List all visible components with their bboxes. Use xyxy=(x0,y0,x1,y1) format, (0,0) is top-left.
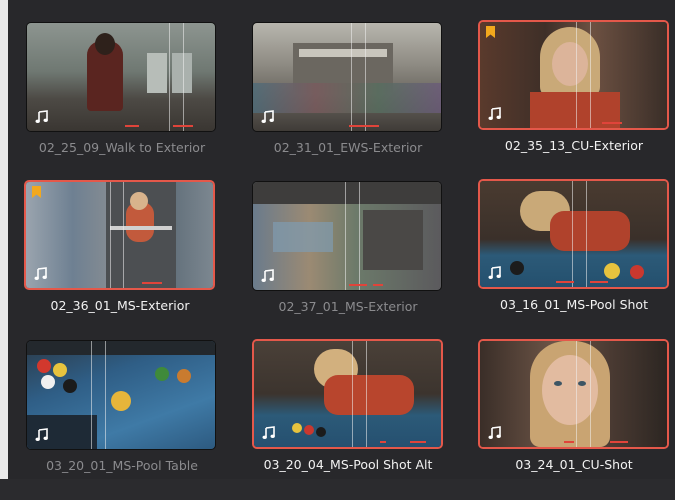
clip-tile[interactable]: 02_37_01_MS-Exterior xyxy=(252,181,452,341)
music-note-icon xyxy=(261,269,274,282)
usage-strip xyxy=(142,282,162,284)
thumbnail-image xyxy=(27,23,215,131)
usage-strip xyxy=(590,281,608,283)
frame-marker-line xyxy=(586,181,587,287)
clip-thumbnail[interactable] xyxy=(252,339,443,449)
frame-marker-line xyxy=(169,23,170,131)
window-edge xyxy=(0,0,8,479)
thumbnail-image xyxy=(27,341,215,449)
usage-strip xyxy=(564,441,574,443)
clip-tile[interactable]: 03_24_01_CU-Shot xyxy=(478,339,675,499)
clip-thumbnail[interactable] xyxy=(252,181,442,291)
frame-marker-line xyxy=(183,23,184,131)
thumbnail-image xyxy=(253,23,441,131)
music-note-icon xyxy=(34,267,47,280)
frame-marker-line xyxy=(572,181,573,287)
clip-thumbnail[interactable] xyxy=(478,339,669,449)
frame-marker-line xyxy=(590,22,591,128)
bookmark-flag-icon xyxy=(486,26,495,38)
music-note-icon xyxy=(488,426,501,439)
bookmark-flag-icon xyxy=(32,186,41,198)
music-note-icon xyxy=(35,110,48,123)
thumbnail-image xyxy=(254,341,441,447)
thumbnail-image xyxy=(480,341,667,447)
clip-tile[interactable]: 02_31_01_EWS-Exterior xyxy=(252,22,452,182)
frame-marker-line xyxy=(590,341,591,447)
clip-thumbnail[interactable] xyxy=(252,22,442,132)
usage-strip xyxy=(556,281,574,283)
frame-marker-line xyxy=(365,23,366,131)
frame-marker-line xyxy=(110,182,111,288)
music-note-icon xyxy=(262,426,275,439)
usage-strip xyxy=(410,441,426,443)
usage-strip xyxy=(125,125,139,127)
music-note-icon xyxy=(488,107,501,120)
clip-tile[interactable]: 03_16_01_MS-Pool Shot xyxy=(478,179,675,339)
clip-name-label: 03_24_01_CU-Shot xyxy=(515,457,633,472)
frame-marker-line xyxy=(366,341,367,447)
usage-strip xyxy=(173,125,193,127)
clip-name-label: 02_36_01_MS-Exterior xyxy=(50,298,190,313)
usage-strip xyxy=(380,441,386,443)
clip-name-label: 02_35_13_CU-Exterior xyxy=(504,138,644,153)
music-note-icon xyxy=(488,266,501,279)
clip-name-label: 03_20_01_MS-Pool Table xyxy=(46,458,198,473)
usage-strip xyxy=(602,122,622,124)
thumbnail-image xyxy=(253,182,441,290)
music-note-icon xyxy=(35,428,48,441)
frame-marker-line xyxy=(91,341,92,449)
frame-marker-line xyxy=(123,182,124,288)
usage-strip xyxy=(349,284,367,286)
clip-tile[interactable]: 02_25_09_Walk to Exterior xyxy=(26,22,226,182)
clip-tile[interactable]: 02_36_01_MS-Exterior xyxy=(24,180,224,340)
usage-strip xyxy=(373,284,383,286)
frame-marker-line xyxy=(576,341,577,447)
clip-tile[interactable]: 03_20_04_MS-Pool Shot Alt xyxy=(252,339,452,499)
media-pool-thumbnail-grid: 02_25_09_Walk to Exterior 02_31_01_EWS-E… xyxy=(8,0,675,479)
clip-thumbnail[interactable] xyxy=(26,340,216,450)
thumbnail-image xyxy=(480,22,667,128)
clip-thumbnail[interactable] xyxy=(26,22,216,132)
thumbnail-image xyxy=(480,181,667,287)
frame-marker-line xyxy=(576,22,577,128)
clip-thumbnail[interactable] xyxy=(478,20,669,130)
clip-name-label: 02_37_01_MS-Exterior xyxy=(278,299,418,314)
music-note-icon xyxy=(261,110,274,123)
clip-name-label: 03_20_04_MS-Pool Shot Alt xyxy=(263,457,433,472)
clip-name-label: 02_25_09_Walk to Exterior xyxy=(38,140,206,155)
frame-marker-line xyxy=(105,341,106,449)
frame-marker-line xyxy=(359,182,360,290)
frame-marker-line xyxy=(352,341,353,447)
clip-name-label: 02_31_01_EWS-Exterior xyxy=(273,140,423,155)
frame-marker-line xyxy=(345,182,346,290)
clip-name-label: 03_16_01_MS-Pool Shot xyxy=(500,297,648,312)
clip-thumbnail[interactable] xyxy=(24,180,215,290)
clip-thumbnail[interactable] xyxy=(478,179,669,289)
usage-strip xyxy=(349,125,379,127)
usage-strip xyxy=(610,441,628,443)
thumbnail-image xyxy=(26,182,213,288)
frame-marker-line xyxy=(351,23,352,131)
clip-tile[interactable]: 02_35_13_CU-Exterior xyxy=(478,20,675,180)
clip-tile[interactable]: 03_20_01_MS-Pool Table xyxy=(26,340,226,500)
